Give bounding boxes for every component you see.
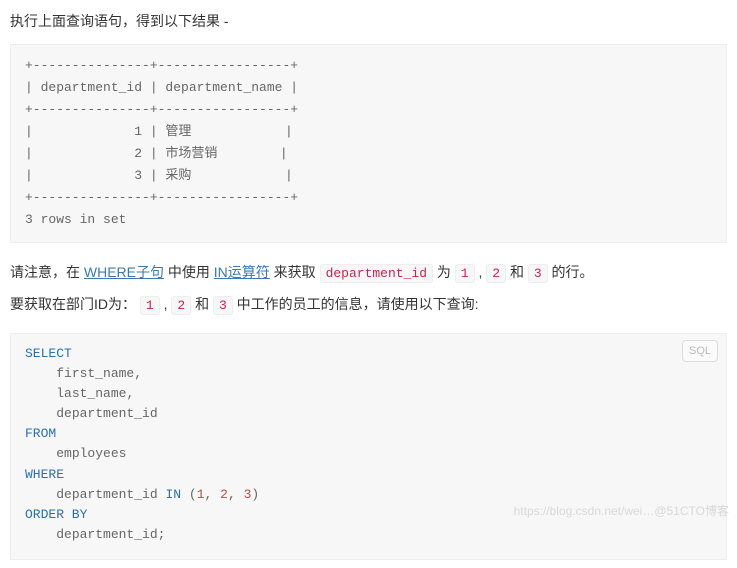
task-text: 要获取在部门ID为：: [10, 296, 140, 312]
paren-close: ): [251, 487, 259, 502]
table-employees: employees: [56, 446, 126, 461]
comma: ,: [134, 366, 142, 381]
field-first-name: first_name: [56, 366, 134, 381]
comma: ,: [228, 487, 236, 502]
note-text: 中使用: [164, 264, 214, 280]
in-operator-link[interactable]: IN运算符: [214, 264, 270, 280]
num-1: 1: [197, 487, 205, 502]
note-text: 请注意，在: [10, 264, 84, 280]
task-text: 中工作的员工的信息，请使用以下查询:: [233, 296, 479, 312]
kw-from: FROM: [25, 426, 56, 441]
code-value-2b: 2: [171, 296, 191, 315]
intro-text: 执行上面查询语句，得到以下结果 -: [10, 10, 727, 34]
sql-badge: SQL: [682, 340, 718, 363]
comma: ,: [205, 487, 213, 502]
kw-where: WHERE: [25, 467, 64, 482]
kw-in: IN: [165, 487, 181, 502]
task-text: ,: [160, 296, 172, 312]
query-result-block: +---------------+-----------------+ | de…: [10, 44, 727, 243]
order-col: department_id: [56, 527, 157, 542]
code-value-2: 2: [486, 264, 506, 283]
sql-code: SELECT first_name, last_name, department…: [25, 344, 712, 545]
code-value-3b: 3: [213, 296, 233, 315]
sql-code-block: SQL SELECT first_name, last_name, depart…: [10, 333, 727, 560]
field-department-id: department_id: [56, 406, 157, 421]
note-text: 为: [433, 264, 455, 280]
code-value-1b: 1: [140, 296, 160, 315]
kw-select: SELECT: [25, 346, 72, 361]
code-value-1: 1: [455, 264, 475, 283]
semicolon: ;: [158, 527, 166, 542]
where-clause-link[interactable]: WHERE子句: [84, 264, 164, 280]
code-department-id: department_id: [320, 264, 433, 283]
note-text: 的行。: [548, 264, 594, 280]
note-text: 来获取: [270, 264, 320, 280]
note-text: ,: [475, 264, 487, 280]
note-text: 和: [506, 264, 528, 280]
paren-open: (: [189, 487, 197, 502]
comma: ,: [126, 386, 134, 401]
code-value-3: 3: [528, 264, 548, 283]
col-department-id: department_id: [56, 487, 157, 502]
task-text: 和: [191, 296, 213, 312]
task-paragraph: 要获取在部门ID为： 1 , 2 和 3 中工作的员工的信息，请使用以下查询:: [10, 293, 727, 317]
kw-order-by: ORDER BY: [25, 507, 87, 522]
field-last-name: last_name: [56, 386, 126, 401]
num-2: 2: [220, 487, 228, 502]
note-paragraph: 请注意，在 WHERE子句 中使用 IN运算符 来获取 department_i…: [10, 261, 727, 285]
